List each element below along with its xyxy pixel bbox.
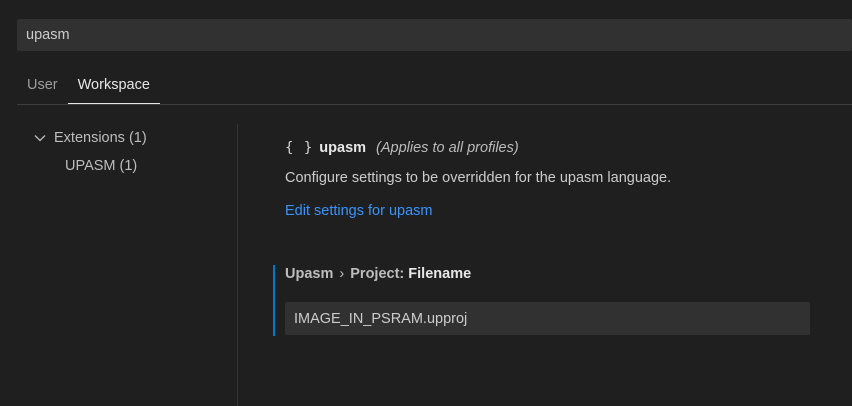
setting-category: Upasm (285, 266, 334, 282)
setting-item-filename: Upasm › Project: Filename IMAGE_IN_PSRAM… (273, 265, 813, 336)
language-name: upasm (319, 140, 367, 156)
toc-item-upasm-label: UPASM (1) (65, 158, 138, 174)
edit-settings-link[interactable]: Edit settings for upasm (285, 203, 433, 225)
tab-user[interactable]: User (17, 68, 68, 104)
setting-subcategory: Project: (350, 266, 405, 282)
settings-scope-tabs: User Workspace (17, 68, 160, 104)
braces-icon: { } (285, 140, 314, 156)
language-settings-section: { } upasm (Applies to all profiles) Conf… (285, 140, 825, 225)
toc-item-upasm[interactable]: UPASM (1) (17, 152, 237, 180)
filename-input-value: IMAGE_IN_PSRAM.upproj (294, 310, 468, 327)
tab-workspace-label: Workspace (77, 77, 150, 93)
settings-editor: upasm User Workspace Extensions (1) UPAS… (0, 0, 852, 406)
setting-title: Upasm › Project: Filename (285, 266, 471, 282)
modified-indicator (273, 265, 275, 336)
tab-user-label: User (27, 77, 58, 93)
language-header: { } upasm (Applies to all profiles) (285, 140, 825, 162)
setting-key: Filename (408, 266, 472, 282)
toc-divider (237, 124, 238, 406)
setting-separator: › (339, 266, 345, 282)
scope-note: (Applies to all profiles) (376, 140, 519, 156)
filename-input[interactable]: IMAGE_IN_PSRAM.upproj (285, 302, 810, 335)
tab-workspace[interactable]: Workspace (67, 68, 160, 104)
chevron-down-icon[interactable] (32, 130, 48, 146)
settings-toc: Extensions (1) UPASM (1) (17, 124, 237, 180)
search-query-text: upasm (26, 27, 70, 43)
language-description: Configure settings to be overridden for … (285, 170, 672, 186)
tabs-divider (17, 104, 852, 105)
toc-item-extensions-label: Extensions (1) (54, 130, 147, 146)
settings-search-input[interactable]: upasm (17, 19, 852, 51)
toc-item-extensions[interactable]: Extensions (1) (17, 124, 237, 152)
